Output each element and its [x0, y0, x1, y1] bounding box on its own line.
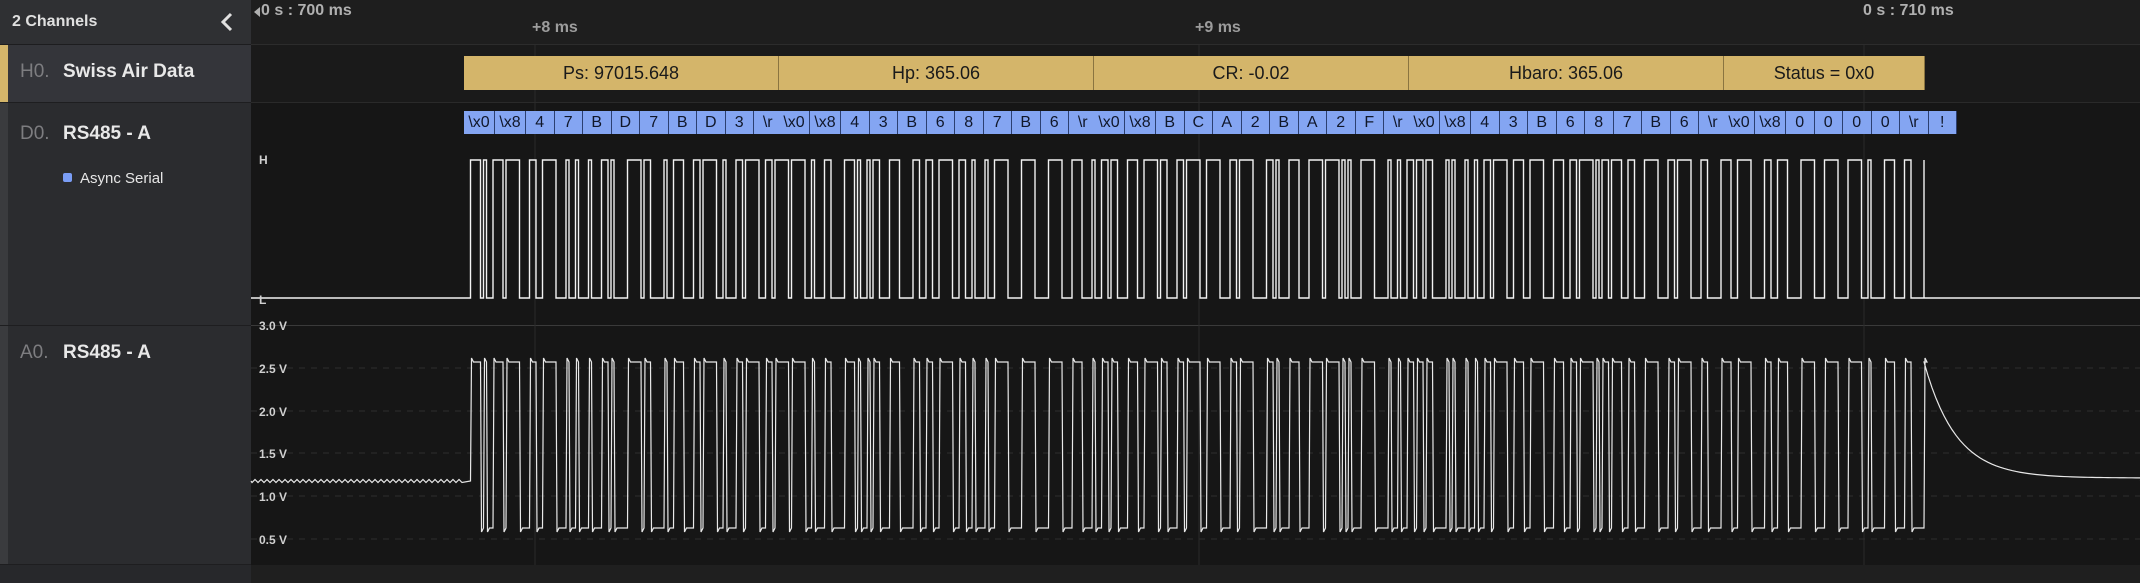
serial-byte[interactable]: 0: [1814, 111, 1843, 134]
ruler-mark-label: +8 ms: [532, 19, 578, 36]
serial-byte[interactable]: \x0: [1094, 111, 1125, 134]
serial-byte[interactable]: 4: [841, 111, 870, 134]
voltage-label: 1.0 V: [258, 490, 287, 504]
serial-byte[interactable]: C: [1184, 111, 1213, 134]
serial-byte[interactable]: B: [1270, 111, 1299, 134]
serial-byte[interactable]: F: [1355, 111, 1384, 134]
serial-byte[interactable]: B: [1528, 111, 1557, 134]
serial-byte[interactable]: 6: [926, 111, 955, 134]
serial-byte[interactable]: 8: [955, 111, 984, 134]
serial-byte[interactable]: \x8: [1440, 111, 1471, 134]
serial-byte[interactable]: B: [583, 111, 612, 134]
serial-byte[interactable]: 7: [640, 111, 669, 134]
serial-byte[interactable]: 3: [1499, 111, 1528, 134]
serial-byte[interactable]: 6: [1556, 111, 1585, 134]
serial-byte[interactable]: B: [668, 111, 697, 134]
serial-byte[interactable]: A: [1298, 111, 1327, 134]
hla-frame[interactable]: Hp: 365.06: [779, 56, 1094, 90]
serial-byte[interactable]: A: [1213, 111, 1242, 134]
voltage-label: 3.0 V: [258, 319, 287, 333]
serial-byte[interactable]: \x8: [495, 111, 526, 134]
hla-frame[interactable]: Ps: 97015.648: [464, 56, 779, 90]
ruler-end-label: 0 s : 710 ms: [1863, 2, 1954, 19]
serial-byte[interactable]: B: [1012, 111, 1041, 134]
serial-byte[interactable]: \x8: [1125, 111, 1156, 134]
horizontal-scrollbar[interactable]: [251, 565, 2140, 583]
digital-low-label: L: [259, 293, 267, 307]
serial-byte[interactable]: \x8: [1755, 111, 1786, 134]
serial-byte[interactable]: \x8: [810, 111, 841, 134]
serial-byte[interactable]: \x0: [1724, 111, 1755, 134]
serial-byte[interactable]: B: [1642, 111, 1671, 134]
serial-byte[interactable]: 7: [1613, 111, 1642, 134]
serial-byte[interactable]: 0: [1871, 111, 1900, 134]
hla-frame[interactable]: Status = 0x0: [1724, 56, 1925, 90]
serial-byte[interactable]: 0: [1786, 111, 1815, 134]
serial-byte[interactable]: 6: [1670, 111, 1699, 134]
serial-byte[interactable]: 0: [1843, 111, 1872, 134]
serial-byte[interactable]: 3: [869, 111, 898, 134]
serial-byte[interactable]: D: [697, 111, 726, 134]
serial-byte[interactable]: B: [1156, 111, 1185, 134]
serial-byte[interactable]: B: [898, 111, 927, 134]
ruler-start-label: 0 s : 700 ms: [261, 2, 352, 19]
serial-byte[interactable]: \x0: [464, 111, 495, 134]
serial-byte[interactable]: \r: [1900, 111, 1929, 134]
serial-byte[interactable]: 7: [983, 111, 1012, 134]
voltage-label: 2.5 V: [258, 362, 287, 376]
serial-byte[interactable]: 7: [554, 111, 583, 134]
serial-byte[interactable]: 4: [526, 111, 555, 134]
serial-byte[interactable]: 3: [725, 111, 754, 134]
hla-frame[interactable]: Hbaro: 365.06: [1409, 56, 1724, 90]
serial-byte[interactable]: !: [1928, 111, 1957, 134]
serial-byte[interactable]: D: [611, 111, 640, 134]
digital-high-label: H: [259, 153, 268, 167]
serial-byte[interactable]: 8: [1585, 111, 1614, 134]
serial-byte[interactable]: \x0: [1409, 111, 1440, 134]
serial-byte[interactable]: 6: [1040, 111, 1069, 134]
voltage-label: 0.5 V: [258, 533, 287, 547]
serial-byte[interactable]: 2: [1241, 111, 1270, 134]
serial-byte[interactable]: \x0: [779, 111, 810, 134]
voltage-label: 1.5 V: [258, 447, 287, 461]
voltage-label: 2.0 V: [258, 405, 287, 419]
time-ruler[interactable]: 0 s : 700 ms +8 ms +9 ms 0 s : 710 ms: [251, 0, 2140, 45]
serial-byte[interactable]: 4: [1471, 111, 1500, 134]
ruler-mark-label: +9 ms: [1195, 19, 1241, 36]
hla-frame[interactable]: CR: -0.02: [1094, 56, 1409, 90]
serial-byte[interactable]: 2: [1327, 111, 1356, 134]
